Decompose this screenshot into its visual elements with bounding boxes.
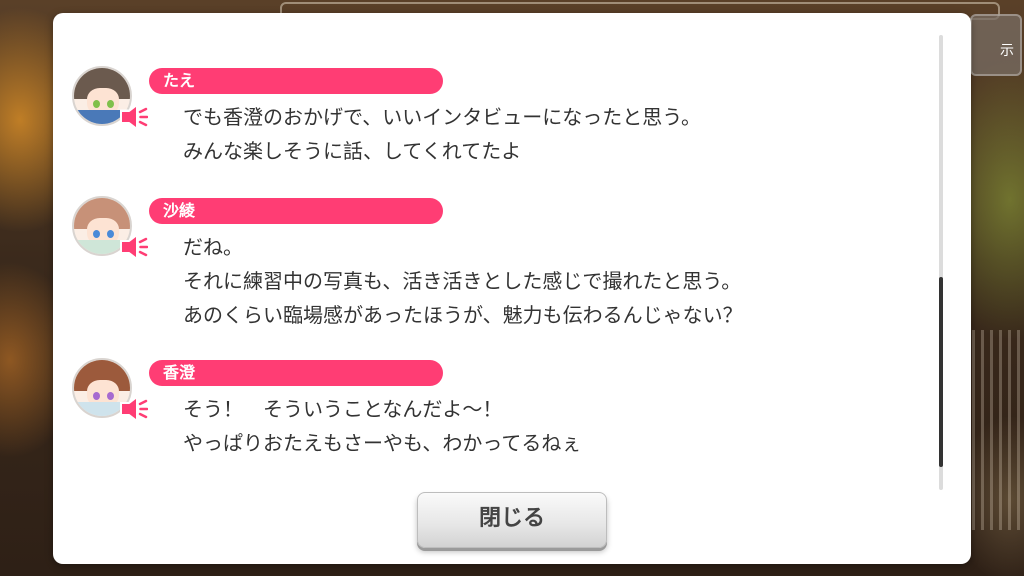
speaker-icon[interactable] <box>120 233 148 261</box>
avatar-eye <box>107 392 114 400</box>
dialogue-line: でも香澄のおかげで、いいインタビューになったと思う。 <box>183 105 701 129</box>
background-fence <box>972 330 1024 530</box>
dialogue-line: やっぱりおたえもさーやも、わかってるねぇ <box>183 431 582 455</box>
speaker-name: たえ <box>149 68 443 94</box>
dialogue-log[interactable]: たえ でも香澄のおかげで、いいインタビューになったと思う。 みんな楽しそうに話、… <box>53 13 953 493</box>
background-side-button: 示 <box>970 14 1022 76</box>
avatar-eye <box>93 392 100 400</box>
dialogue-line: そう！ そういうことなんだよ～！ <box>183 397 503 421</box>
avatar-eye <box>107 100 114 108</box>
dialogue-line: だね。 <box>183 235 243 259</box>
dialogue-line: みんな楽しそうに話、してくれてたよ <box>183 139 522 163</box>
background-side-button-label: 示 <box>1000 43 1014 59</box>
avatar-eye <box>93 230 100 238</box>
avatar-eye <box>93 100 100 108</box>
speaker-icon[interactable] <box>120 103 148 131</box>
dialogue-line: それに練習中の写真も、活き活きとした感じで撮れたと思う。 <box>183 269 742 293</box>
dialogue-log-panel: たえ でも香澄のおかげで、いいインタビューになったと思う。 みんな楽しそうに話、… <box>53 13 971 564</box>
speaker-icon[interactable] <box>120 395 148 423</box>
close-button[interactable]: 閉じる <box>417 492 607 548</box>
dialogue-line: あのくらい臨場感があったほうが、魅力も伝わるんじゃない？ <box>183 303 743 327</box>
scrollbar-thumb[interactable] <box>939 277 943 467</box>
avatar-eye <box>107 230 114 238</box>
speaker-name: 香澄 <box>149 360 443 386</box>
speaker-name: 沙綾 <box>149 198 443 224</box>
scrollbar-track[interactable] <box>939 35 943 490</box>
